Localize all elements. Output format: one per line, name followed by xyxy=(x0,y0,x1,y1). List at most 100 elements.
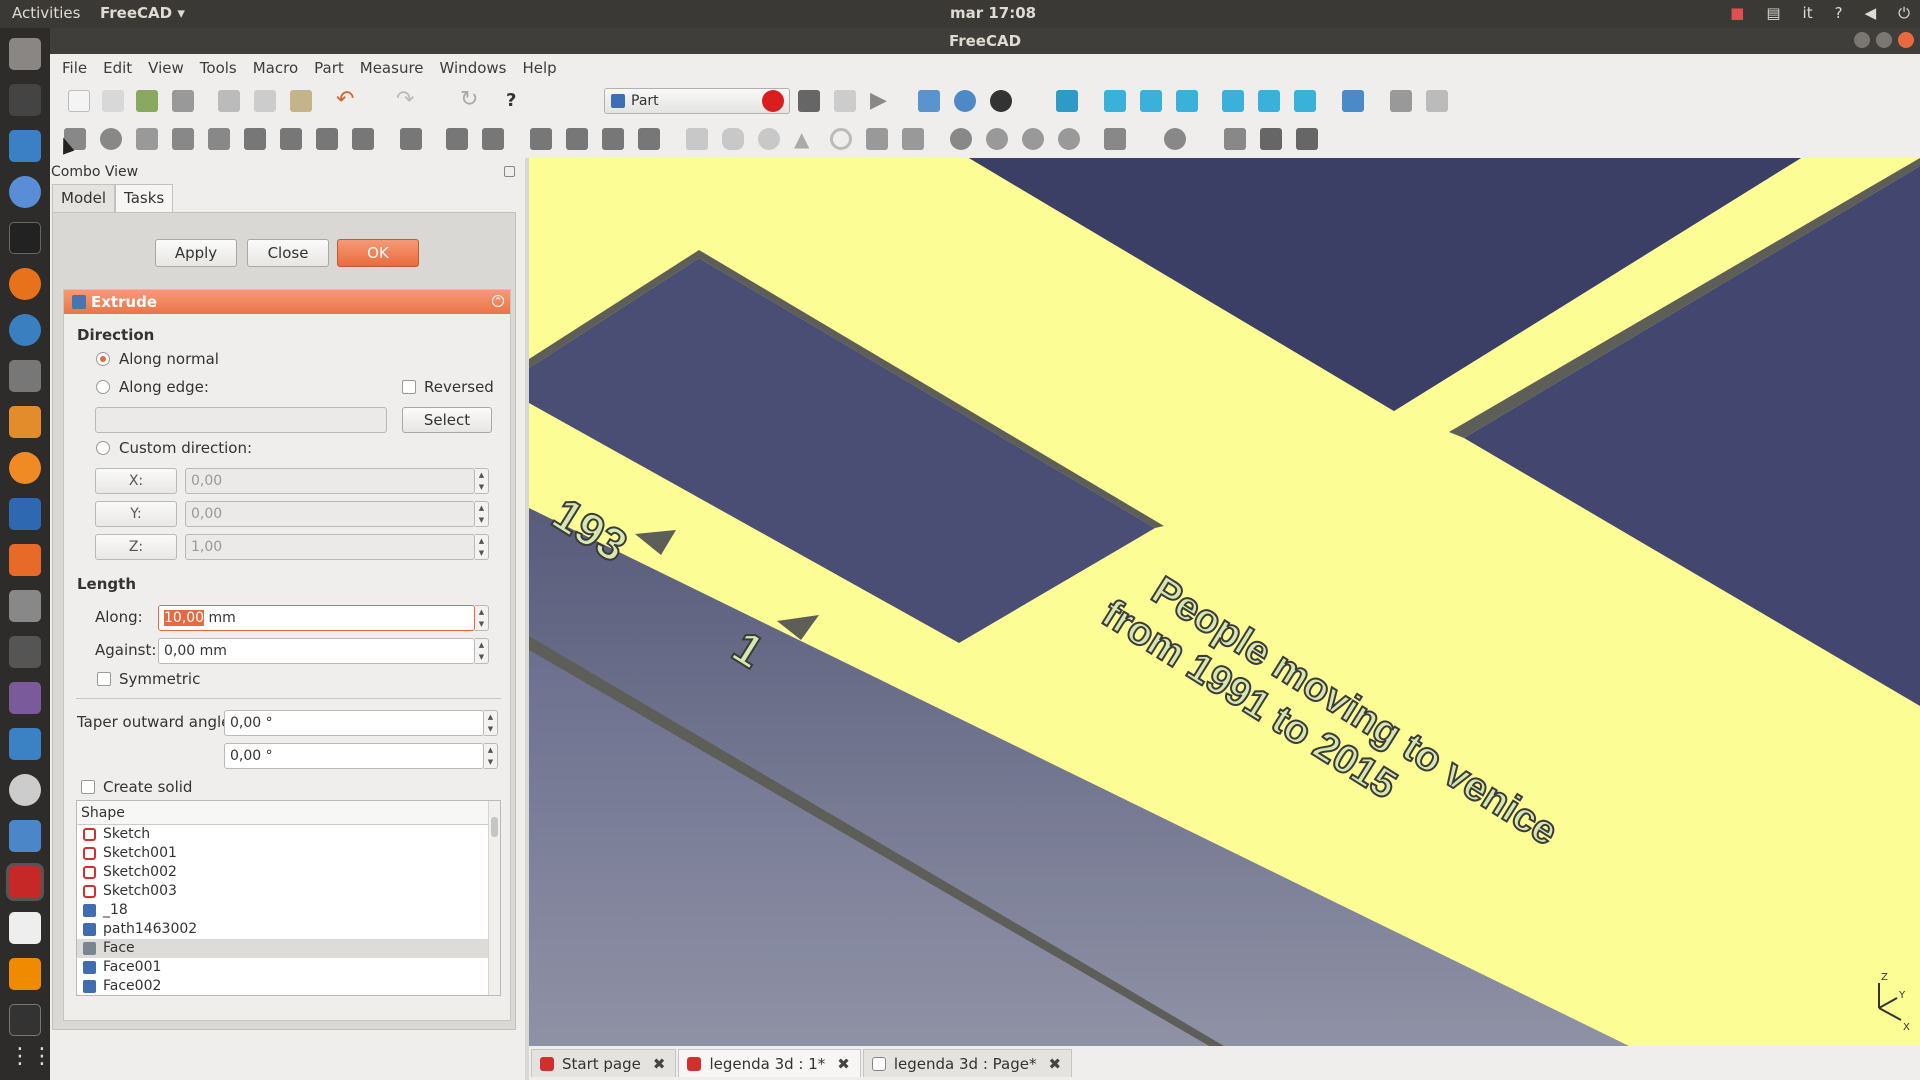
print-icon[interactable] xyxy=(172,90,194,112)
menu-part[interactable]: Part xyxy=(314,59,344,77)
z-spin-icon[interactable]: ▲ ▼ xyxy=(475,534,489,560)
virtualbox-app-icon[interactable] xyxy=(9,498,41,530)
refresh-icon[interactable]: ↻ xyxy=(460,89,482,112)
fuse-boolean-icon[interactable] xyxy=(1022,128,1044,150)
offset-tool-icon[interactable] xyxy=(400,128,422,150)
menu-file[interactable]: File xyxy=(62,59,87,77)
undo-icon[interactable]: ↶ xyxy=(336,89,358,112)
whats-this-icon[interactable]: ? xyxy=(506,90,528,112)
close-window-button[interactable] xyxy=(1898,32,1914,48)
settings-app-icon[interactable] xyxy=(9,590,41,622)
shape-list-item[interactable]: Face002 xyxy=(77,977,500,995)
tab-start-page[interactable]: Start page ✖ xyxy=(531,1049,677,1077)
shape-list-scrollbar[interactable] xyxy=(488,801,500,995)
against-input[interactable]: 0,00 mm xyxy=(158,638,475,664)
3d-viewport[interactable]: People moving to venice from 1991 to 201… xyxy=(529,158,1920,1046)
taper-input-1[interactable]: 0,00 ° xyxy=(224,710,484,736)
fillet-tool-icon[interactable] xyxy=(172,128,194,150)
app-menu[interactable]: FreeCAD ▾ xyxy=(100,4,185,22)
close-tab-icon[interactable]: ✖ xyxy=(1048,1055,1061,1073)
select-button[interactable]: Select xyxy=(402,407,492,433)
clipboard-icon[interactable]: ▤ xyxy=(1766,4,1780,22)
z-direction-button[interactable]: Z: xyxy=(95,534,177,560)
menu-measure[interactable]: Measure xyxy=(360,59,424,77)
cut-boolean-icon[interactable] xyxy=(986,128,1008,150)
close-button[interactable]: Close xyxy=(247,239,329,267)
join-features-icon[interactable] xyxy=(1104,128,1126,150)
shape-list-item[interactable]: path1463002 xyxy=(77,920,500,939)
inkscape-app-icon[interactable] xyxy=(9,84,41,116)
taper-input-2[interactable]: 0,00 ° xyxy=(224,743,484,769)
box-primitive-icon[interactable] xyxy=(686,128,708,150)
writer-app-icon[interactable] xyxy=(9,130,41,162)
projection-tool-icon[interactable] xyxy=(482,128,504,150)
copy-icon[interactable] xyxy=(254,90,276,112)
shape-list-item[interactable]: Sketch003 xyxy=(77,882,500,901)
left-view-icon[interactable] xyxy=(1294,90,1316,112)
ruled-surface-icon[interactable] xyxy=(280,128,302,150)
edit-macro-icon[interactable] xyxy=(834,90,856,112)
power-menu-icon[interactable]: ⏻ xyxy=(1898,4,1910,22)
notes-app-icon[interactable] xyxy=(9,912,41,944)
freecad-app-icon[interactable] xyxy=(9,866,41,898)
boolean-fragments-icon[interactable] xyxy=(638,128,660,150)
vlc-app-icon[interactable] xyxy=(9,958,41,990)
along-normal-radio[interactable] xyxy=(96,352,110,366)
stop-macro-icon[interactable] xyxy=(798,90,820,112)
mirror-tool-icon[interactable] xyxy=(136,128,158,150)
shape-builder-icon[interactable] xyxy=(902,128,924,150)
symmetric-checkbox[interactable] xyxy=(97,672,111,686)
video-editor-app-icon[interactable] xyxy=(9,682,41,714)
top-view-icon[interactable] xyxy=(1140,90,1162,112)
save-file-icon[interactable] xyxy=(136,90,158,112)
compound-filter-icon[interactable] xyxy=(602,128,624,150)
software-center-app-icon[interactable] xyxy=(9,544,41,576)
compound-tool-icon[interactable] xyxy=(530,128,552,150)
along-length-input[interactable]: 10,00 mm xyxy=(158,605,475,631)
apply-button[interactable]: Apply xyxy=(155,239,237,267)
torus-primitive-icon[interactable] xyxy=(830,128,852,150)
shape-list[interactable]: Shape Sketch Sketch001 Sketch002 Sketch003 _… xyxy=(76,800,501,996)
maximize-button[interactable] xyxy=(1876,32,1892,48)
cone-primitive-icon[interactable]: ▲ xyxy=(794,128,816,150)
y-direction-button[interactable]: Y: xyxy=(95,501,177,527)
tab-model[interactable]: Model xyxy=(52,184,116,212)
draw-app-icon[interactable] xyxy=(9,406,41,438)
y-direction-input[interactable]: 0,00 xyxy=(185,501,475,527)
shape-list-item[interactable]: Sketch001 xyxy=(77,844,500,863)
keyboard-layout[interactable]: it xyxy=(1803,4,1813,22)
scrollbar-thumb[interactable] xyxy=(491,817,498,837)
shape-list-item[interactable]: Sketch xyxy=(77,825,500,844)
z-direction-input[interactable]: 1,00 xyxy=(185,534,475,560)
loft-tool-icon[interactable] xyxy=(316,128,338,150)
reversed-checkbox[interactable] xyxy=(402,380,416,394)
close-tab-icon[interactable]: ✖ xyxy=(653,1055,666,1073)
tab-legenda-3d-page[interactable]: legenda 3d : Page* ✖ xyxy=(862,1049,1073,1077)
menu-macro[interactable]: Macro xyxy=(253,59,298,77)
clock[interactable]: mar 17:08 xyxy=(950,4,1036,22)
network-app-icon[interactable] xyxy=(9,728,41,760)
menu-help[interactable]: Help xyxy=(522,59,556,77)
float-panel-icon[interactable] xyxy=(504,166,515,177)
chromium-app-icon[interactable] xyxy=(9,176,41,208)
draw-style-icon[interactable] xyxy=(990,90,1012,112)
measure-distance-icon[interactable] xyxy=(1342,90,1364,112)
isometric-view-icon[interactable] xyxy=(1056,90,1078,112)
open-file-icon[interactable] xyxy=(102,90,124,112)
minimize-button[interactable] xyxy=(1854,32,1870,48)
make-face-icon[interactable] xyxy=(244,128,266,150)
common-boolean-icon[interactable] xyxy=(1058,128,1080,150)
gimp-app-icon[interactable] xyxy=(9,360,41,392)
paste-icon[interactable] xyxy=(290,90,312,112)
record-macro-icon[interactable] xyxy=(762,90,784,112)
show-apps-icon[interactable]: ⋮⋮ xyxy=(9,1044,53,1076)
firefox-app-icon[interactable] xyxy=(9,268,41,300)
x-direction-input[interactable]: 0,00 xyxy=(185,468,475,494)
redo-icon[interactable]: ↷ xyxy=(396,89,418,112)
taper2-spin-icon[interactable]: ▲ ▼ xyxy=(484,743,498,769)
menu-edit[interactable]: Edit xyxy=(103,59,132,77)
editor-app-icon[interactable] xyxy=(9,314,41,346)
front-view-icon[interactable] xyxy=(1104,90,1126,112)
create-solid-checkbox[interactable] xyxy=(81,780,95,794)
edge-input[interactable] xyxy=(95,407,387,433)
